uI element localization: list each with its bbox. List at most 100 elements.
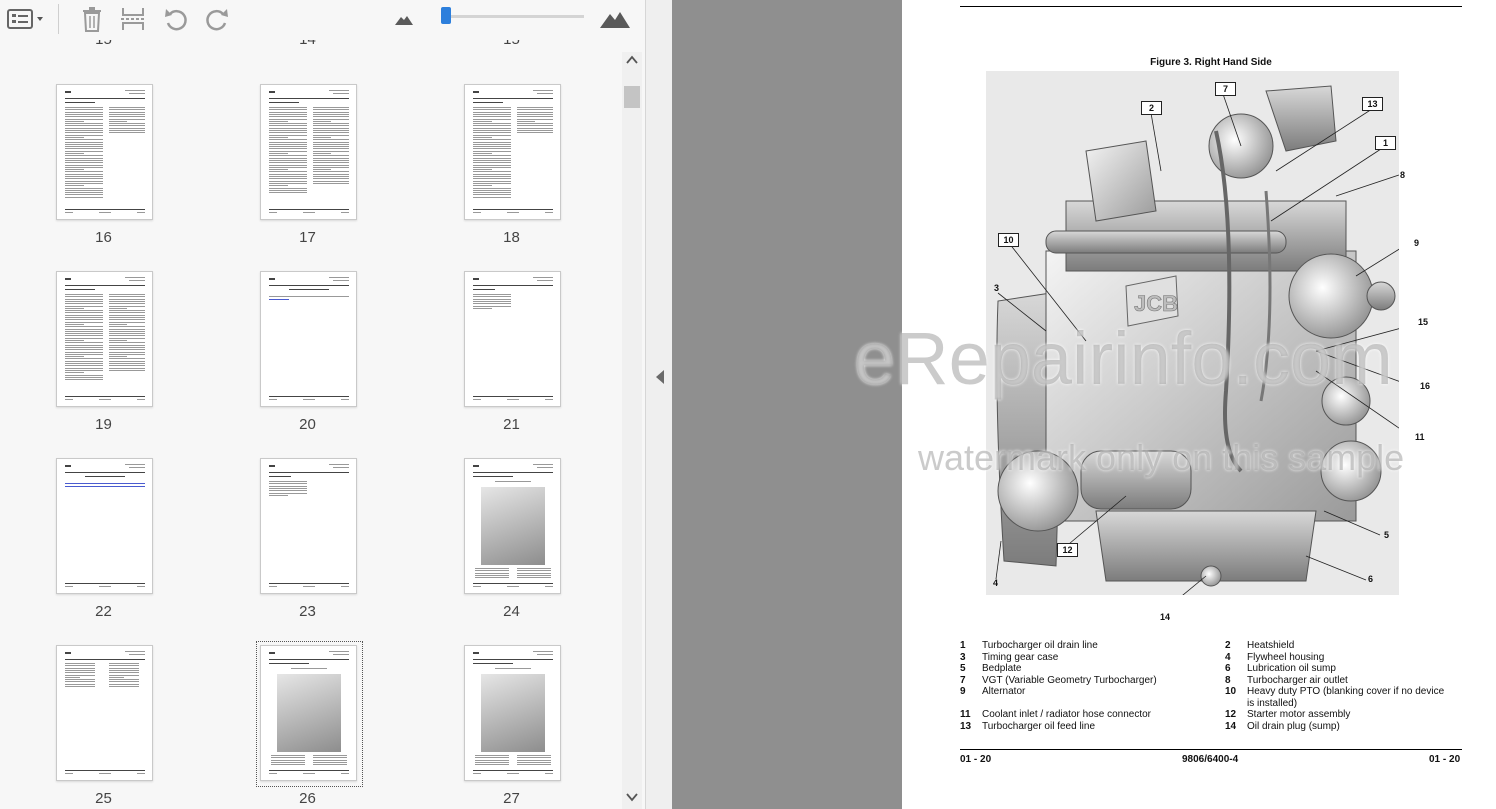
- zoom-in-button[interactable]: [598, 6, 632, 32]
- thumbnail-text-line: [65, 169, 84, 171]
- thumbnail-text-line: [473, 173, 511, 175]
- thumbnail-text-line: [65, 312, 103, 314]
- page-thumbnail[interactable]: [260, 271, 357, 407]
- thumbnail-text-line: [271, 755, 305, 756]
- legend-number: 2: [1225, 640, 1231, 651]
- thumbnail-panel: 15 14 15 16 17 18 19 20 21 22 23 24 25 26 27: [0, 0, 646, 809]
- thumbnail-text-line: [473, 143, 511, 145]
- page-thumbnail[interactable]: [464, 458, 561, 594]
- page-thumbnail[interactable]: [260, 645, 357, 781]
- zoom-slider-thumb[interactable]: [441, 7, 452, 24]
- thumbnail-text-line: [313, 120, 331, 122]
- delete-page-button[interactable]: [78, 6, 106, 32]
- thumbnail-text-line: [473, 162, 511, 164]
- thumbnail-text-line: [473, 294, 511, 295]
- thumbnail-text-line: [329, 464, 349, 465]
- thumbnail-text-line: [109, 367, 145, 369]
- thumbnail-text-line: [109, 321, 145, 323]
- page-thumbnail[interactable]: [56, 84, 153, 220]
- thumbnail-text-line: [495, 481, 531, 482]
- scroll-up-button[interactable]: [622, 52, 642, 72]
- thumbnail-text-line: [65, 353, 103, 355]
- scrollbar-thumb[interactable]: [624, 86, 640, 108]
- page-thumbnail[interactable]: [56, 458, 153, 594]
- thumbnail-text-line: [269, 299, 289, 300]
- thumbnail-text-line: [313, 162, 349, 164]
- thumbnail-text-line: [65, 770, 145, 771]
- thumbnail-text-line: [65, 153, 84, 154]
- thumbnail-text-line: [109, 679, 139, 681]
- thumbnail-text-line: [65, 178, 103, 180]
- thumbnail-text-line: [473, 155, 511, 157]
- callout-10: 10: [998, 233, 1019, 247]
- page-thumbnail[interactable]: [464, 84, 561, 220]
- collapse-panel-icon[interactable]: [656, 370, 664, 384]
- thumbnail-text-line: [109, 300, 145, 302]
- legend-item: 7 VGT (Variable Geometry Turbocharger): [960, 675, 1210, 687]
- thumbnail-text-line: [65, 296, 103, 298]
- thumbnail-text-line: [269, 182, 307, 184]
- thumbnail-label: 24: [503, 603, 520, 620]
- rotate-left-button[interactable]: [162, 6, 190, 32]
- thumbnail-text-line: [313, 132, 349, 134]
- page-thumbnail[interactable]: [260, 458, 357, 594]
- thumbnail-text-line: [65, 337, 103, 339]
- page-thumbnail[interactable]: [56, 645, 153, 781]
- thumbnail-text-line: [65, 123, 103, 125]
- view-list-icon: [7, 9, 43, 29]
- thumbnail-text-line: [537, 654, 553, 655]
- thumbnail-text-line: [313, 136, 331, 138]
- toolbar-separator: [58, 4, 59, 34]
- thumbnail-text-line: [65, 372, 84, 374]
- thumbnail-text-line: [517, 570, 551, 572]
- thumbnail-text-line: [269, 148, 307, 150]
- view-options-button[interactable]: [6, 6, 50, 32]
- thumbnail-text-line: [537, 93, 553, 94]
- thumbnail-text-line: [137, 212, 145, 213]
- thumbnail-text-line: [313, 153, 331, 154]
- scroll-down-button[interactable]: [622, 789, 642, 809]
- thumbnail-text-line: [65, 187, 103, 189]
- thumbnail-text-line: [99, 399, 111, 400]
- large-mountain-icon: [600, 12, 630, 28]
- thumbnail-text-line: [65, 136, 84, 138]
- legend-text: is installed): [1247, 697, 1298, 709]
- thumbnail-text-line: [65, 773, 73, 774]
- thumbnail-scrollbar[interactable]: [622, 52, 642, 809]
- thumbnail-text-line: [473, 178, 511, 180]
- thumbnail-text-line: [313, 139, 349, 141]
- legend-item: 9 Alternator: [960, 686, 1210, 698]
- legend-text: Heavy duty PTO (blanking cover if no dev…: [1247, 686, 1445, 697]
- thumbnail-grid[interactable]: 15 14 15 16 17 18 19 20 21 22 23 24 25 26 27: [0, 40, 622, 809]
- zoom-out-button[interactable]: [393, 6, 415, 32]
- page-thumbnail[interactable]: [260, 84, 357, 220]
- page-thumbnail[interactable]: [464, 271, 561, 407]
- thumbnail-text-line: [65, 310, 103, 312]
- thumbnail-text-line: [125, 277, 145, 278]
- legend-number: 10: [1225, 686, 1237, 697]
- thumbnail-text-line: [269, 659, 349, 660]
- legend-item: is installed): [1225, 698, 1465, 710]
- thumbnail-text-line: [269, 176, 307, 177]
- extract-page-button[interactable]: [119, 6, 147, 32]
- rotate-right-button[interactable]: [203, 6, 231, 32]
- rotate-ccw-icon: [165, 9, 187, 31]
- thumbnail-text-line: [65, 365, 103, 367]
- thumbnail-text-line: [269, 472, 349, 473]
- thumbnail-text-line: [269, 102, 299, 103]
- zoom-slider[interactable]: [444, 15, 584, 18]
- thumbnail-text-line: [495, 668, 531, 669]
- thumbnail-text-line: [269, 663, 309, 664]
- thumbnail-text-line: [473, 182, 511, 184]
- legend-text: Turbocharger air outlet: [1247, 674, 1348, 686]
- thumbnail-text-line: [65, 298, 103, 300]
- legend-number: 13: [960, 720, 972, 732]
- thumbnail-text-line: [473, 123, 511, 125]
- page-thumbnail[interactable]: [464, 645, 561, 781]
- page-thumbnail[interactable]: [56, 271, 153, 407]
- callout-4: 4: [993, 578, 999, 588]
- panel-splitter[interactable]: [646, 0, 672, 809]
- small-mountain-icon: [395, 16, 413, 25]
- thumbnail-text-line: [109, 672, 139, 674]
- thumbnail-text-line: [473, 113, 511, 115]
